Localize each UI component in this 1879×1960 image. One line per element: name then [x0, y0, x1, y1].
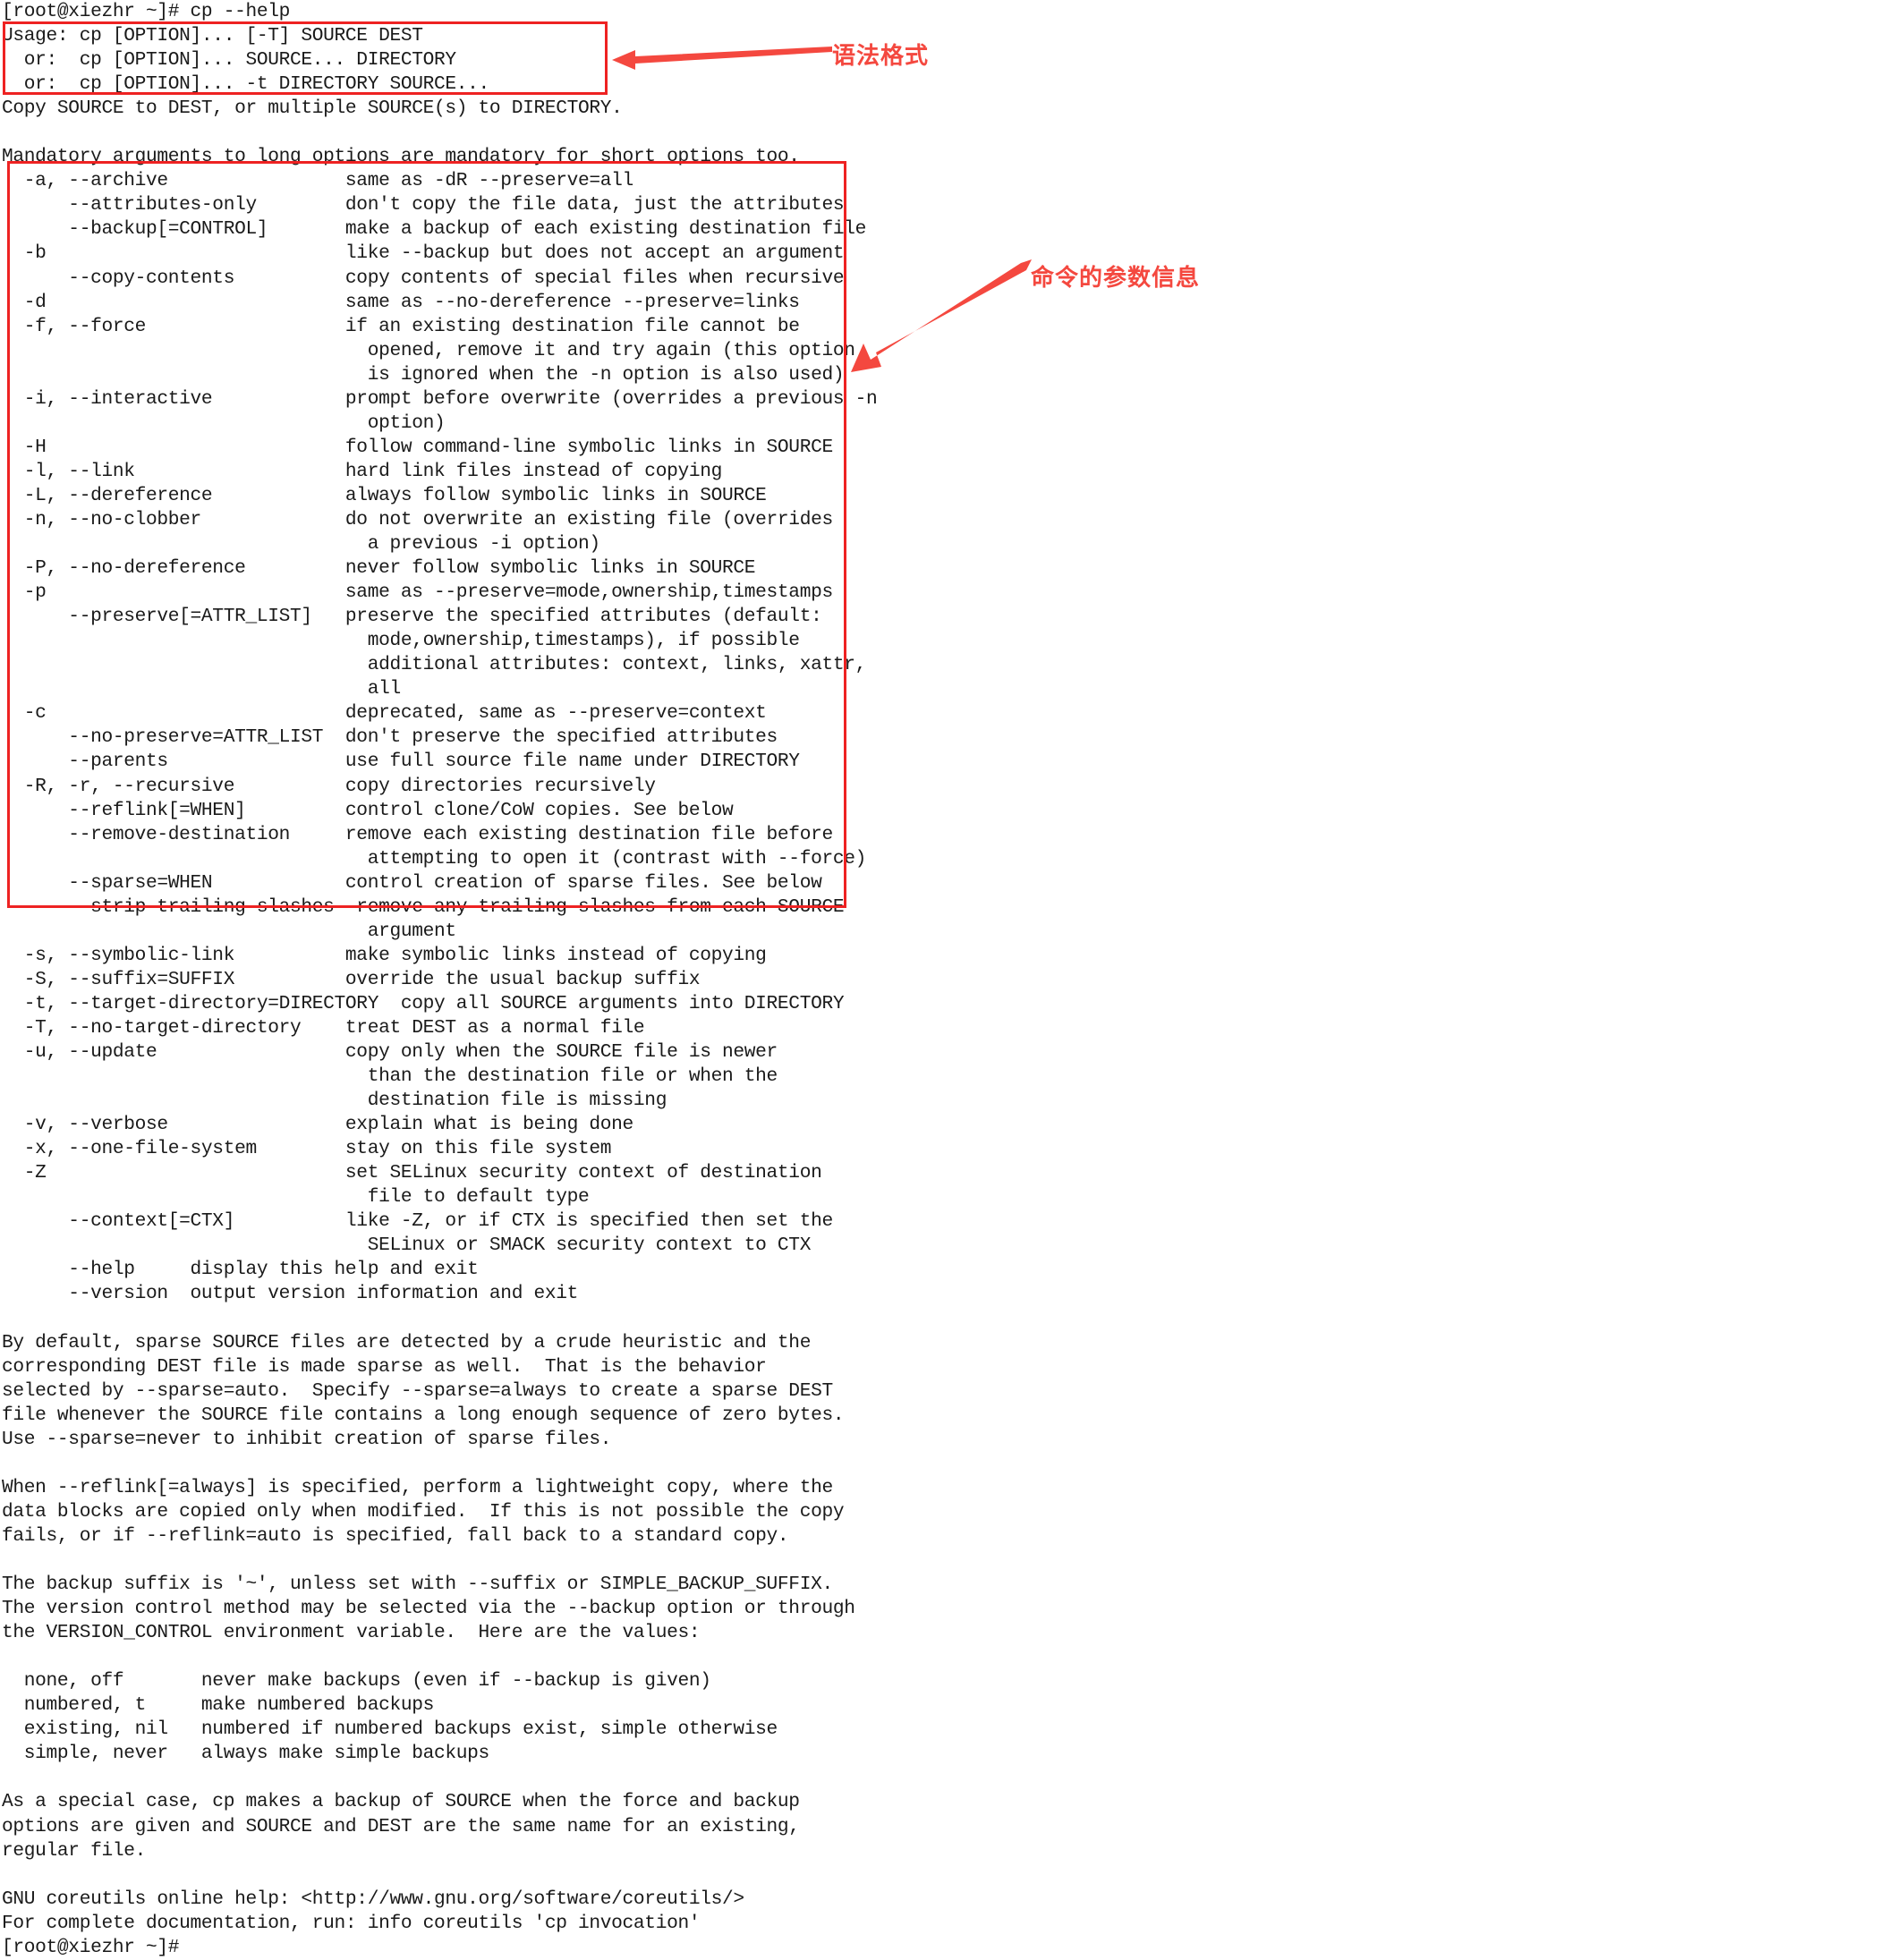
terminal-line: -L, --dereference always follow symbolic… — [2, 484, 767, 506]
terminal-line: a previous -i option) — [2, 533, 600, 556]
terminal-line: -P, --no-dereference never follow symbol… — [2, 557, 756, 580]
terminal-line: --remove-destination remove each existin… — [2, 823, 833, 845]
terminal-line: than the destination file or when the — [2, 1065, 778, 1088]
terminal-line: For complete documentation, run: info co… — [2, 1912, 701, 1934]
terminal-line: opened, remove it and try again (this op… — [2, 339, 855, 361]
terminal-line: attempting to open it (contrast with --f… — [2, 847, 867, 870]
terminal-line: -l, --link hard link files instead of co… — [2, 460, 723, 482]
terminal-line: -R, -r, --recursive copy directories rec… — [2, 775, 656, 797]
terminal-line: or: cp [OPTION]... SOURCE... DIRECTORY — [2, 49, 456, 72]
terminal-line: the VERSION_CONTROL environment variable… — [2, 1622, 701, 1644]
terminal-window: [root@xiezhr ~]# cp --help Usage: cp [OPT… — [0, 0, 1879, 1958]
terminal-line: existing, nil numbered if numbered backu… — [2, 1718, 778, 1741]
terminal-line: --sparse=WHEN control creation of sparse… — [2, 871, 822, 894]
terminal-line: -u, --update copy only when the SOURCE f… — [2, 1041, 778, 1064]
terminal-line: --reflink[=WHEN] control clone/CoW copie… — [2, 799, 734, 821]
terminal-line: [root@xiezhr ~]# cp --help — [2, 1, 290, 22]
terminal-line: -b like --backup but does not accept an … — [2, 242, 845, 265]
terminal-output[interactable]: [root@xiezhr ~]# cp --help Usage: cp [OPT… — [2, 0, 950, 1960]
terminal-line: -S, --suffix=SUFFIX override the usual b… — [2, 968, 701, 990]
terminal-line: -f, --force if an existing destination f… — [2, 315, 800, 337]
terminal-line: data blocks are copied only when modifie… — [2, 1500, 845, 1523]
terminal-line: numbered, t make numbered backups — [2, 1694, 435, 1717]
terminal-line: -T, --no-target-directory treat DEST as … — [2, 1016, 645, 1039]
terminal-line: -i, --interactive prompt before overwrit… — [2, 387, 878, 410]
terminal-line: -c deprecated, same as --preserve=contex… — [2, 702, 767, 725]
terminal-line: Mandatory arguments to long options are … — [2, 146, 800, 168]
terminal-line: SELinux or SMACK security context to CTX — [2, 1235, 812, 1257]
annotation-label-params: 命令的参数信息 — [1031, 265, 1201, 292]
terminal-line: -d same as --no-dereference --preserve=l… — [2, 291, 800, 313]
terminal-line: Usage: cp [OPTION]... [-T] SOURCE DEST — [2, 25, 423, 47]
terminal-line: -H follow command-line symbolic links in… — [2, 436, 833, 458]
terminal-line: argument — [2, 920, 456, 942]
terminal-line: Use --sparse=never to inhibit creation o… — [2, 1428, 612, 1450]
terminal-line: --backup[=CONTROL] make a backup of each… — [2, 218, 866, 241]
terminal-line: file whenever the SOURCE file contains a… — [2, 1404, 845, 1426]
terminal-line: destination file is missing — [2, 1090, 667, 1112]
terminal-line: When --reflink[=always] is specified, pe… — [2, 1476, 833, 1498]
terminal-line: -s, --symbolic-link make symbolic links … — [2, 944, 767, 966]
terminal-line: regular file. — [2, 1839, 146, 1862]
terminal-line: --parents use full source file name unde… — [2, 751, 800, 773]
terminal-line: is ignored when the -n option is also us… — [2, 363, 845, 386]
terminal-line: corresponding DEST file is made sparse a… — [2, 1355, 767, 1378]
terminal-line: By default, sparse SOURCE files are dete… — [2, 1331, 812, 1353]
terminal-line: --help display this help and exit — [2, 1259, 479, 1281]
terminal-line: Copy SOURCE to DEST, or multiple SOURCE(… — [2, 98, 623, 120]
terminal-line: -n, --no-clobber do not overwrite an exi… — [2, 508, 833, 530]
terminal-line: simple, never always make simple backups — [2, 1743, 489, 1765]
terminal-line: [root@xiezhr ~]# — [2, 1936, 180, 1958]
terminal-line: option) — [2, 412, 446, 434]
terminal-line: -Z set SELinux security context of desti… — [2, 1162, 822, 1184]
terminal-line: additional attributes: context, links, x… — [2, 654, 867, 676]
terminal-line: --attributes-only don't copy the file da… — [2, 194, 845, 216]
terminal-line: all — [2, 678, 402, 700]
terminal-line: --version output version information and… — [2, 1283, 578, 1305]
terminal-line: file to default type — [2, 1186, 590, 1209]
annotation-label-syntax: 语法格式 — [832, 43, 930, 70]
terminal-line: or: cp [OPTION]... -t DIRECTORY SOURCE..… — [2, 73, 489, 96]
terminal-line: -p same as --preserve=mode,ownership,tim… — [2, 581, 833, 604]
terminal-line: -a, --archive same as -dR --preserve=all — [2, 170, 633, 192]
terminal-line: GNU coreutils online help: <http://www.g… — [2, 1888, 744, 1910]
terminal-line: --no-preserve=ATTR_LIST don't preserve t… — [2, 726, 778, 749]
terminal-line: fails, or if --reflink=auto is specified… — [2, 1524, 789, 1547]
terminal-line: --preserve[=ATTR_LIST] preserve the spec… — [2, 606, 822, 628]
terminal-line: -v, --verbose explain what is being done — [2, 1114, 633, 1136]
terminal-line: options are given and SOURCE and DEST ar… — [2, 1815, 800, 1837]
terminal-line: --context[=CTX] like -Z, or if CTX is sp… — [2, 1210, 833, 1233]
terminal-line: mode,ownership,timestamps), if possible — [2, 630, 800, 652]
terminal-line: -x, --one-file-system stay on this file … — [2, 1138, 612, 1160]
terminal-line: The version control method may be select… — [2, 1598, 855, 1620]
terminal-line: As a special case, cp makes a backup of … — [2, 1791, 800, 1813]
terminal-line: none, off never make backups (even if --… — [2, 1670, 711, 1693]
terminal-line: -t, --target-directory=DIRECTORY copy al… — [2, 992, 845, 1014]
terminal-line: --copy-contents copy contents of special… — [2, 267, 845, 289]
terminal-line: The backup suffix is '~', unless set wit… — [2, 1574, 833, 1596]
terminal-line: --strip-trailing-slashes remove any trai… — [2, 895, 845, 918]
terminal-line: selected by --sparse=auto. Specify --spa… — [2, 1379, 833, 1402]
